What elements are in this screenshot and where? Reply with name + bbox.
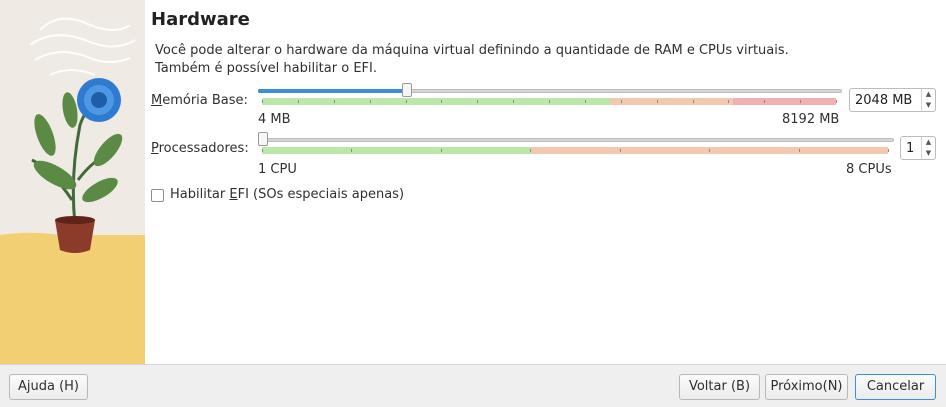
wizard-page: Hardware Você pode alterar o hardware da…: [145, 0, 946, 364]
chevron-up-icon[interactable]: ▲: [922, 89, 935, 100]
chevron-down-icon[interactable]: ▼: [922, 148, 935, 159]
slider-tick: [693, 100, 694, 103]
memory-slider-handle[interactable]: [402, 83, 412, 97]
memory-value[interactable]: 2048 MB: [855, 93, 912, 108]
memory-max-label: 8192 MB: [782, 112, 840, 127]
slider-tick: [888, 149, 889, 152]
slider-tick: [709, 149, 710, 152]
cpu-slider[interactable]: [258, 132, 894, 165]
chevron-down-icon[interactable]: ▼: [922, 100, 935, 111]
memory-label: Memória Base:: [151, 93, 248, 108]
slider-tick: [764, 100, 765, 103]
page-title: Hardware: [151, 9, 250, 30]
cpu-min-label: 1 CPU: [258, 162, 297, 177]
efi-label-before: Habilitar: [170, 187, 230, 202]
slider-tick: [657, 100, 658, 103]
slider-tick: [549, 100, 550, 103]
slider-tick: [406, 100, 407, 103]
memory-spin-arrows[interactable]: ▲ ▼: [921, 89, 935, 111]
slider-tick: [351, 149, 352, 152]
slider-tick: [334, 100, 335, 103]
efi-checkbox[interactable]: [151, 189, 164, 202]
slider-tick: [262, 100, 263, 103]
cancel-button[interactable]: Cancelar: [855, 374, 936, 400]
slider-tick: [585, 100, 586, 103]
efi-label-after: FI (SOs especiais apenas): [237, 187, 405, 202]
memory-label-mnemonic: M: [151, 93, 163, 108]
button-bar: Ajuda (H) Voltar (B) Próximo(N) Cancelar: [0, 364, 946, 407]
memory-slider[interactable]: [258, 83, 842, 116]
cpu-label: Processadores:: [151, 141, 249, 156]
cpu-label-mnemonic: P: [151, 141, 159, 156]
back-button[interactable]: Voltar (B): [679, 374, 760, 400]
chevron-up-icon[interactable]: ▲: [922, 137, 935, 148]
cpu-slider-handle[interactable]: [258, 132, 268, 146]
memory-ticks: [262, 100, 837, 103]
cpu-spin-arrows[interactable]: ▲ ▼: [921, 137, 935, 159]
memory-label-text: emória Base:: [162, 93, 248, 108]
help-button[interactable]: Ajuda (H): [9, 374, 88, 400]
slider-tick: [441, 100, 442, 103]
slider-tick: [298, 100, 299, 103]
cpu-max-label: 8 CPUs: [846, 162, 892, 177]
memory-min-label: 4 MB: [258, 112, 291, 127]
slider-tick: [621, 100, 622, 103]
cpu-value[interactable]: 1: [906, 141, 914, 156]
slider-tick: [799, 149, 800, 152]
description-line: Você pode alterar o hardware da máquina …: [155, 43, 789, 58]
slider-tick: [262, 149, 263, 152]
cpu-spinbox[interactable]: 1 ▲ ▼: [900, 136, 936, 160]
slider-tick: [530, 149, 531, 152]
slider-tick: [728, 100, 729, 103]
efi-checkbox-label[interactable]: Habilitar EFI (SOs especiais apenas): [170, 187, 404, 202]
memory-slider-fill: [258, 89, 407, 93]
slider-tick: [836, 100, 837, 103]
slider-tick: [800, 100, 801, 103]
slider-tick: [513, 100, 514, 103]
slider-tick: [370, 100, 371, 103]
description-line: Também é possível habilitar o EFI.: [155, 61, 377, 76]
slider-tick: [477, 100, 478, 103]
cpu-ticks: [262, 149, 889, 152]
slider-tick: [441, 149, 442, 152]
wizard-side-illustration: [0, 0, 145, 364]
slider-tick: [620, 149, 621, 152]
plant-illustration: [0, 0, 145, 364]
memory-spinbox[interactable]: 2048 MB ▲ ▼: [849, 88, 936, 112]
next-button[interactable]: Próximo(N): [765, 374, 848, 400]
efi-label-mnemonic: E: [229, 187, 238, 202]
cpu-label-text: rocessadores:: [158, 141, 249, 156]
cpu-slider-groove[interactable]: [258, 138, 894, 142]
page-description: Você pode alterar o hardware da máquina …: [155, 42, 789, 78]
